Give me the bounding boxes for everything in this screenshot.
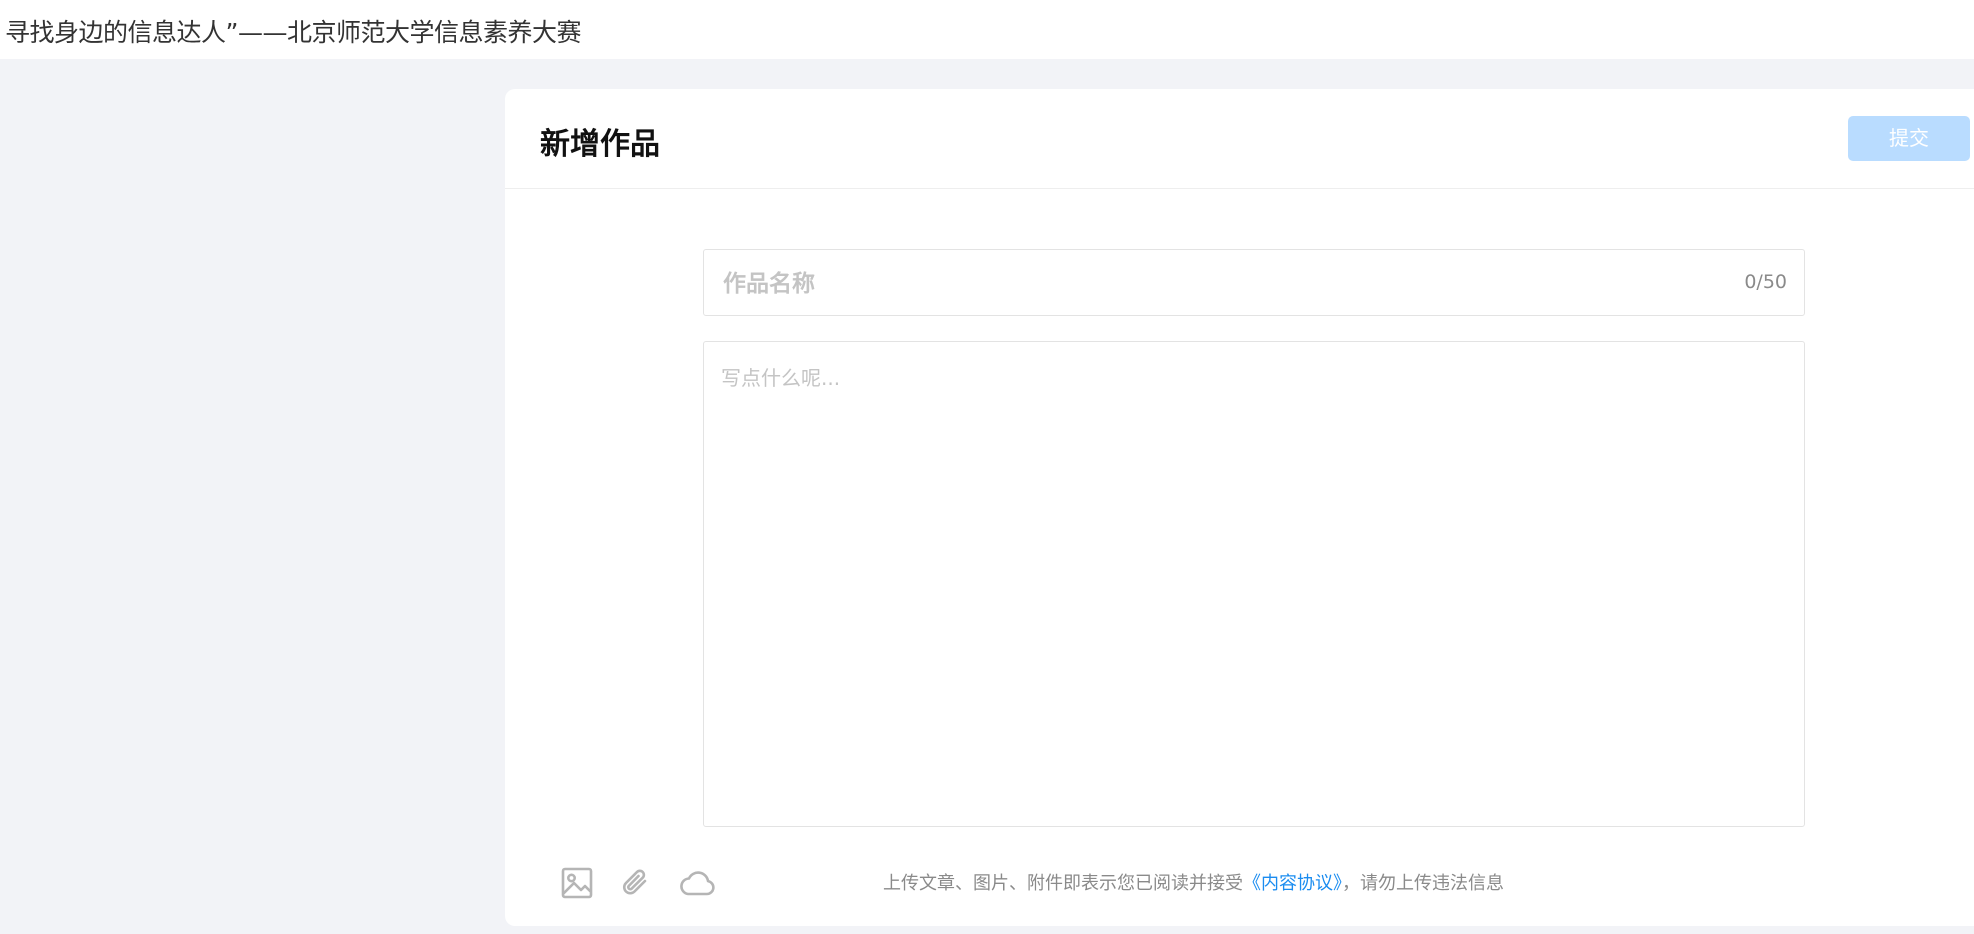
card-header: 新增作品 提交	[505, 89, 1974, 189]
work-title-input[interactable]	[721, 250, 1685, 317]
work-title-field: 0/50	[703, 249, 1805, 317]
notice-prefix: 上传文章、图片、附件即表示您已阅读并接受	[883, 873, 1243, 894]
page-title: 寻找身边的信息达人”——北京师范大学信息素养大赛	[5, 18, 581, 47]
upload-notice: 上传文章、图片、附件即表示您已阅读并接受《内容协议》，请勿上传违法信息	[883, 869, 1504, 895]
work-body-textarea[interactable]	[721, 362, 1787, 812]
image-icon[interactable]	[559, 865, 595, 901]
card-title: 新增作品	[540, 127, 660, 162]
notice-suffix: ，请勿上传违法信息	[1342, 873, 1504, 894]
top-bar: 寻找身边的信息达人”——北京师范大学信息素养大赛	[0, 0, 1974, 59]
char-counter: 0/50	[1744, 271, 1787, 293]
work-body-field	[703, 341, 1805, 827]
new-work-card: 新增作品 提交 0/50 上传文章、图片、附件即表示您已阅读并接受《内容协议》，…	[505, 89, 1974, 926]
content-agreement-link[interactable]: 《内容协议》	[1243, 873, 1342, 894]
submit-button[interactable]: 提交	[1848, 116, 1970, 161]
cloud-icon[interactable]	[677, 865, 717, 901]
paperclip-icon[interactable]	[618, 865, 654, 901]
